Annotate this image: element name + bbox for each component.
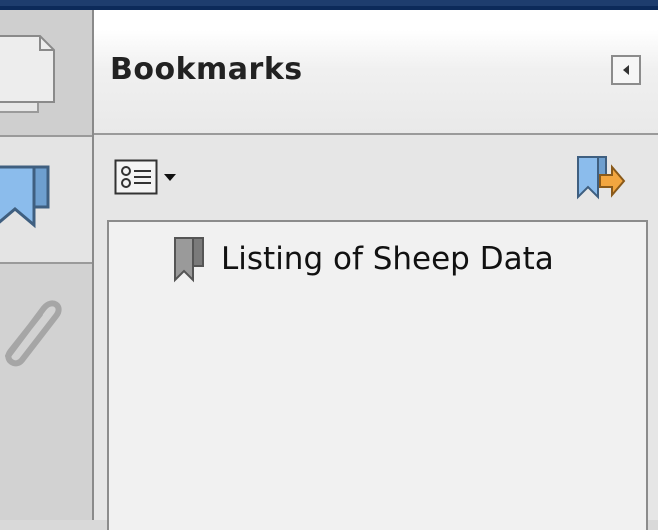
bookmarks-toolbar bbox=[94, 135, 658, 219]
collapse-panel-button[interactable] bbox=[611, 55, 641, 85]
bookmark-item-label: Listing of Sheep Data bbox=[221, 241, 554, 277]
panel-title: Bookmarks bbox=[110, 52, 303, 87]
bookmark-icon bbox=[174, 237, 204, 283]
nav-attachments-button[interactable] bbox=[0, 262, 94, 520]
dropdown-caret-icon bbox=[164, 173, 176, 181]
window-top-border bbox=[0, 0, 658, 10]
nav-bookmarks-button[interactable] bbox=[0, 137, 92, 262]
options-list-icon bbox=[114, 159, 158, 195]
chevron-left-icon bbox=[623, 65, 629, 75]
bookmarks-panel: Bookmarks Listing of Sheep Data bbox=[94, 10, 658, 530]
pages-icon bbox=[0, 35, 55, 113]
bookmarks-tree: Listing of Sheep Data bbox=[107, 220, 648, 530]
paperclip-icon bbox=[5, 300, 62, 367]
expand-bookmark-button[interactable] bbox=[574, 153, 626, 205]
bookmark-expand-icon bbox=[577, 156, 626, 200]
panel-header: Bookmarks bbox=[94, 10, 658, 135]
options-menu-button[interactable] bbox=[114, 155, 189, 199]
nav-pages-button[interactable] bbox=[0, 10, 92, 137]
bookmark-item[interactable]: Listing of Sheep Data bbox=[173, 234, 554, 284]
bookmark-icon bbox=[0, 165, 50, 229]
